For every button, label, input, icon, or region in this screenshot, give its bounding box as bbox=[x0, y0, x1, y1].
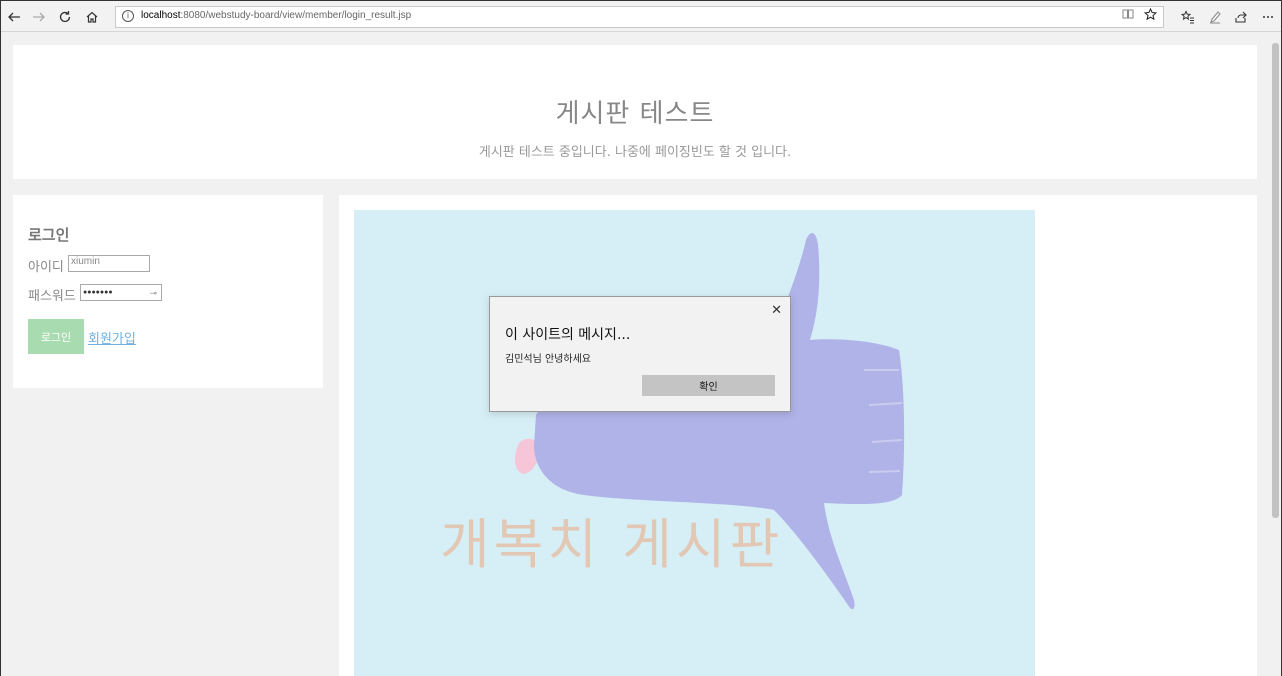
password-label: 패스워드 bbox=[28, 289, 76, 304]
page-scrollbar[interactable] bbox=[1269, 33, 1281, 676]
scroll-thumb[interactable] bbox=[1272, 43, 1279, 518]
refresh-icon[interactable] bbox=[54, 6, 76, 28]
ok-button[interactable]: 확인 bbox=[642, 375, 775, 396]
more-menu-icon[interactable] bbox=[1257, 6, 1279, 28]
close-icon[interactable]: ✕ bbox=[771, 303, 782, 318]
url-host: localhost bbox=[141, 10, 181, 21]
password-input[interactable]: ●●●●●●● ⊸ bbox=[80, 284, 162, 301]
favorites-hub-icon[interactable] bbox=[1177, 6, 1199, 28]
forward-arrow-icon[interactable] bbox=[28, 6, 50, 28]
reading-view-icon[interactable] bbox=[1122, 8, 1134, 23]
url-text[interactable]: localhost:8080/webstudy-board/view/membe… bbox=[141, 10, 411, 21]
info-icon[interactable]: i bbox=[122, 10, 134, 22]
favorite-star-icon[interactable] bbox=[1143, 7, 1158, 24]
signup-link[interactable]: 회원가입 bbox=[88, 328, 136, 347]
alert-dialog: ✕ 이 사이트의 메시지... 김민석님 안녕하세요 확인 bbox=[489, 296, 791, 412]
id-label: 아이디 bbox=[28, 260, 64, 275]
dialog-message: 김민석님 안녕하세요 bbox=[505, 354, 591, 365]
reveal-password-icon[interactable]: ⊸ bbox=[149, 286, 157, 301]
login-title: 로그인 bbox=[28, 226, 70, 244]
id-input[interactable]: xiumin bbox=[68, 255, 150, 272]
password-value: ●●●●●●● bbox=[83, 289, 113, 296]
board-banner-image: 개복치 게시판 bbox=[354, 210, 1035, 676]
back-arrow-icon[interactable] bbox=[3, 6, 25, 28]
dialog-title: 이 사이트의 메시지... bbox=[505, 327, 631, 343]
pen-notes-icon[interactable] bbox=[1204, 6, 1226, 28]
share-icon[interactable] bbox=[1230, 6, 1252, 28]
sunfish-illustration bbox=[514, 233, 905, 610]
page-title: 게시판 테스트 bbox=[555, 99, 715, 129]
page-subtitle: 게시판 테스트 중입니다. 나중에 페이징빈도 할 것 입니다. bbox=[478, 145, 792, 160]
url-path: :8080/webstudy-board/view/member/login_r… bbox=[180, 10, 412, 21]
address-bar[interactable]: i localhost:8080/webstudy-board/view/mem… bbox=[115, 6, 1164, 28]
login-button[interactable]: 로그인 bbox=[28, 319, 84, 354]
login-panel: 로그인 아이디 xiumin 패스워드 ●●●●●●● ⊸ 로그인 회원가입 bbox=[13, 195, 323, 388]
browser-toolbar: i localhost:8080/webstudy-board/view/mem… bbox=[1, 1, 1281, 32]
main-content: 개복치 게시판 bbox=[339, 195, 1257, 676]
home-icon[interactable] bbox=[81, 6, 103, 28]
banner-text: 개복치 게시판 bbox=[440, 513, 784, 576]
site-header: 게시판 테스트 게시판 테스트 중입니다. 나중에 페이징빈도 할 것 입니다. bbox=[13, 45, 1257, 179]
